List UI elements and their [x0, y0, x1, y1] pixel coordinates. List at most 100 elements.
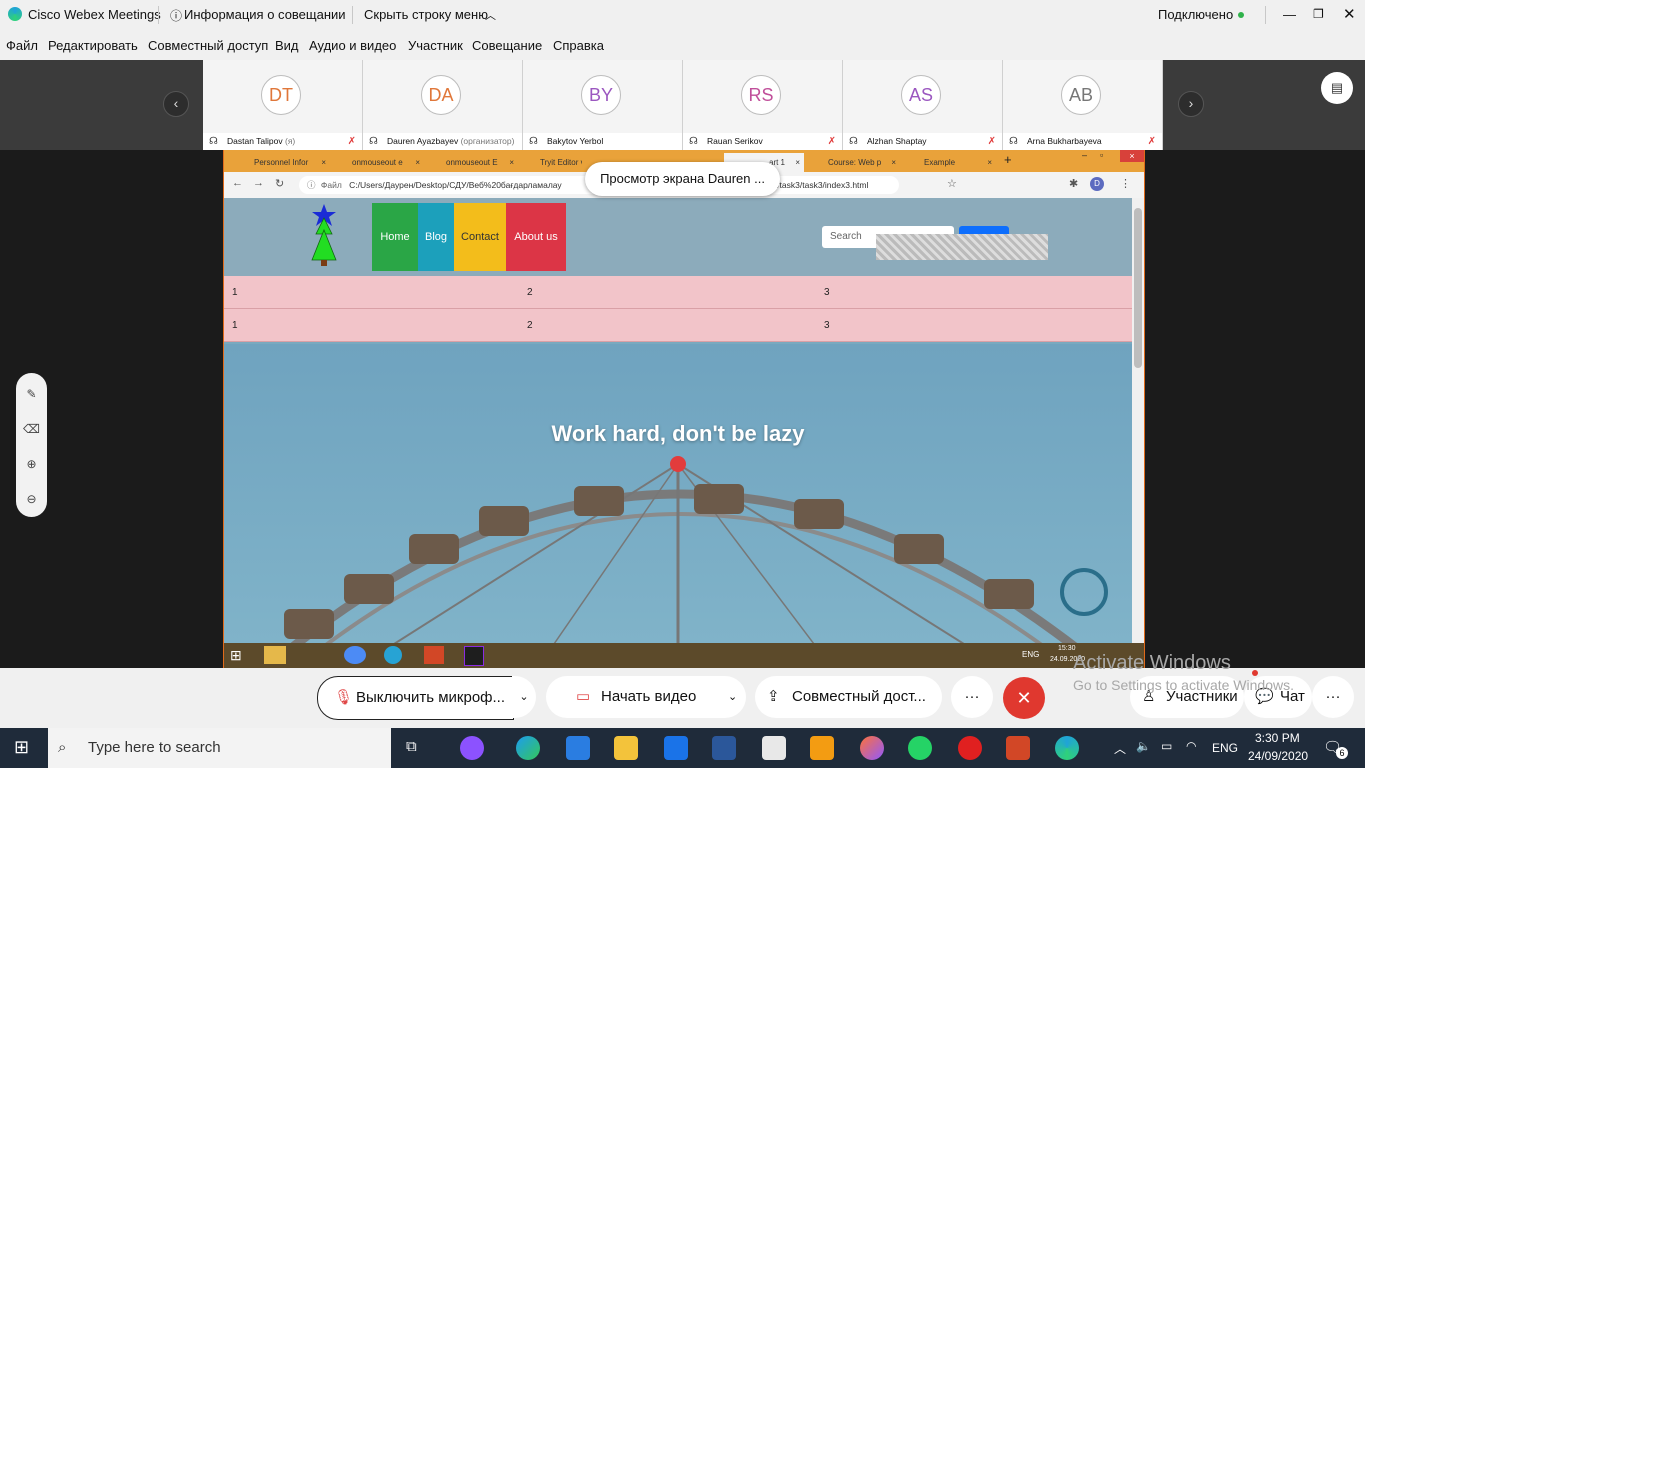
close-icon[interactable]: ×	[1120, 150, 1144, 162]
taskbar-search-box[interactable]: ⌕ Type here to search	[48, 728, 391, 768]
participant-card[interactable]: DT ☊ Dastan Talipov (я) ✗	[203, 60, 363, 150]
browser-tab[interactable]: Personnel Infor ×	[234, 153, 330, 172]
file-explorer-icon[interactable]	[614, 736, 638, 760]
webex-icon[interactable]	[1055, 736, 1079, 760]
notification-count-badge: 6	[1336, 747, 1348, 759]
participant-name: Dauren Ayazbayev	[387, 136, 459, 146]
annotate-pen-icon[interactable]: ✎	[16, 387, 47, 401]
chevron-down-icon[interactable]: ⌄	[728, 676, 737, 718]
edge-icon[interactable]	[516, 736, 540, 760]
close-icon[interactable]: ×	[795, 153, 800, 172]
profile-avatar[interactable]: D	[1090, 177, 1104, 191]
chevron-up-icon[interactable]: ︿	[485, 7, 496, 23]
avatar: AS	[901, 75, 941, 115]
meeting-info-button[interactable]: Информация о совещании	[184, 7, 346, 22]
kebab-menu-icon[interactable]: ⋮	[1120, 177, 1131, 190]
store-icon[interactable]	[566, 736, 590, 760]
layout-toggle-button[interactable]: ▤	[1321, 72, 1353, 104]
powerpoint-icon[interactable]	[1006, 736, 1030, 760]
menu-help[interactable]: Справка	[553, 38, 604, 53]
wifi-icon[interactable]: ◠	[1186, 739, 1196, 753]
participant-card[interactable]: RS ☊ Rauan Serikov ✗	[683, 60, 843, 150]
scrollbar[interactable]	[1132, 198, 1144, 643]
browser-tab[interactable]: Tryit Editor v	[520, 153, 582, 172]
close-icon[interactable]: ×	[321, 153, 326, 172]
table-cell: 1	[232, 320, 238, 331]
start-video-button[interactable]: ▭ Начать видео ⌄	[546, 676, 746, 718]
hide-menu-button[interactable]: Скрыть строку меню	[364, 7, 488, 22]
webex-icon	[384, 646, 402, 664]
menu-participant[interactable]: Участник	[408, 38, 463, 53]
extensions-icon[interactable]: ✱	[1069, 177, 1078, 190]
participant-card[interactable]: BY ☊ Bakytov Yerbol	[523, 60, 683, 150]
new-tab-icon[interactable]: +	[1004, 152, 1012, 167]
zoom-out-icon[interactable]: ⊖	[16, 492, 47, 506]
viewing-screen-label[interactable]: Просмотр экрана Dauren ...	[585, 162, 780, 196]
leave-meeting-button[interactable]: ✕	[1003, 677, 1045, 719]
participant-card[interactable]: DA ☊ Dauren Ayazbayev (организатор)	[363, 60, 523, 150]
star-icon[interactable]: ☆	[947, 177, 957, 190]
eraser-icon[interactable]: ⌫	[16, 422, 47, 436]
scrollbar-thumb[interactable]	[1134, 208, 1142, 368]
task-view-icon[interactable]: ⧉	[406, 738, 417, 755]
restore-icon[interactable]: ❐	[1313, 7, 1324, 21]
more-options-button[interactable]: ···	[951, 676, 993, 718]
menu-view[interactable]: Вид	[275, 38, 299, 53]
browser-tab[interactable]: onmouseout E ×	[426, 153, 518, 172]
nav-contact[interactable]: Contact	[454, 203, 506, 271]
menu-share[interactable]: Совместный доступ	[148, 38, 268, 53]
menu-file[interactable]: Файл	[6, 38, 38, 53]
nav-about[interactable]: About us	[506, 203, 566, 271]
yandex-icon[interactable]	[762, 736, 786, 760]
close-icon[interactable]: ×	[891, 153, 896, 172]
nav-blog[interactable]: Blog	[418, 203, 454, 271]
close-icon[interactable]: ✕	[1343, 5, 1356, 23]
participant-card[interactable]: AS ☊ Alzhan Shaptay ✗	[843, 60, 1003, 150]
language-indicator[interactable]: ENG	[1212, 741, 1238, 755]
firefox-icon[interactable]	[860, 736, 884, 760]
powerpoint-icon	[424, 646, 444, 664]
back-icon[interactable]: ←	[232, 177, 243, 189]
menu-edit[interactable]: Редактировать	[48, 38, 138, 53]
zoom-in-icon[interactable]: ⊕	[16, 457, 47, 471]
windows-taskbar: ⊞ ⌕ Type here to search ⧉ ︿ 🔈 ▭ ◠ ENG 3:…	[0, 728, 1365, 768]
mail-icon[interactable]	[664, 736, 688, 760]
search-icon: ⌕	[58, 739, 67, 756]
restore-icon[interactable]: ▫	[1100, 150, 1103, 160]
mute-button[interactable]: 🎙 Выключить микроф...	[317, 676, 514, 720]
participant-card[interactable]: AB ☊ Arna Bukharbayeva ✗	[1003, 60, 1163, 150]
minimize-icon[interactable]: –	[1082, 150, 1087, 160]
close-icon[interactable]: ×	[415, 153, 420, 172]
sublime-text-icon[interactable]	[810, 736, 834, 760]
share-button[interactable]: ⇪ Совместный дост...	[755, 676, 942, 718]
minimize-icon[interactable]: —	[1283, 7, 1296, 22]
yandex-browser-icon[interactable]	[958, 736, 982, 760]
volume-icon[interactable]: 🔈	[1136, 739, 1151, 753]
close-icon[interactable]: ×	[509, 153, 514, 172]
chevron-right-icon[interactable]: ›	[1178, 91, 1204, 117]
nav-home[interactable]: Home	[372, 203, 418, 271]
taskbar-search-placeholder: Type here to search	[88, 739, 221, 756]
browser-tab[interactable]: onmouseout e ×	[332, 153, 424, 172]
alice-assistant-icon[interactable]	[460, 736, 484, 760]
close-icon[interactable]: ×	[987, 153, 992, 172]
browser-tab[interactable]: Example ×	[904, 153, 996, 172]
menu-meeting[interactable]: Совещание	[472, 38, 542, 53]
forward-icon[interactable]: →	[253, 177, 264, 189]
windows-start-icon[interactable]: ⊞	[14, 737, 29, 758]
browser-tab[interactable]: Course: Web p ×	[808, 153, 900, 172]
clock-time[interactable]: 3:30 PM	[1255, 731, 1300, 745]
clock-date[interactable]: 24/09/2020	[1248, 749, 1308, 763]
tab-label: Personnel Infor	[254, 158, 309, 167]
mute-options-chevron-down-icon[interactable]: ⌄	[512, 676, 536, 718]
divider	[158, 6, 159, 24]
whatsapp-icon[interactable]	[908, 736, 932, 760]
chevron-left-icon[interactable]: ‹	[163, 91, 189, 117]
url-text: C:/Users/Даурен/Desktop/СДУ/Веб%20бағдар…	[349, 180, 562, 190]
word-icon[interactable]	[712, 736, 736, 760]
chevron-up-icon[interactable]: ︿	[1114, 740, 1126, 757]
menu-audio-video[interactable]: Аудио и видео	[309, 38, 396, 53]
more-panels-button[interactable]: ···	[1312, 676, 1354, 718]
reload-icon[interactable]: ↻	[275, 177, 284, 190]
battery-icon[interactable]: ▭	[1161, 739, 1172, 753]
